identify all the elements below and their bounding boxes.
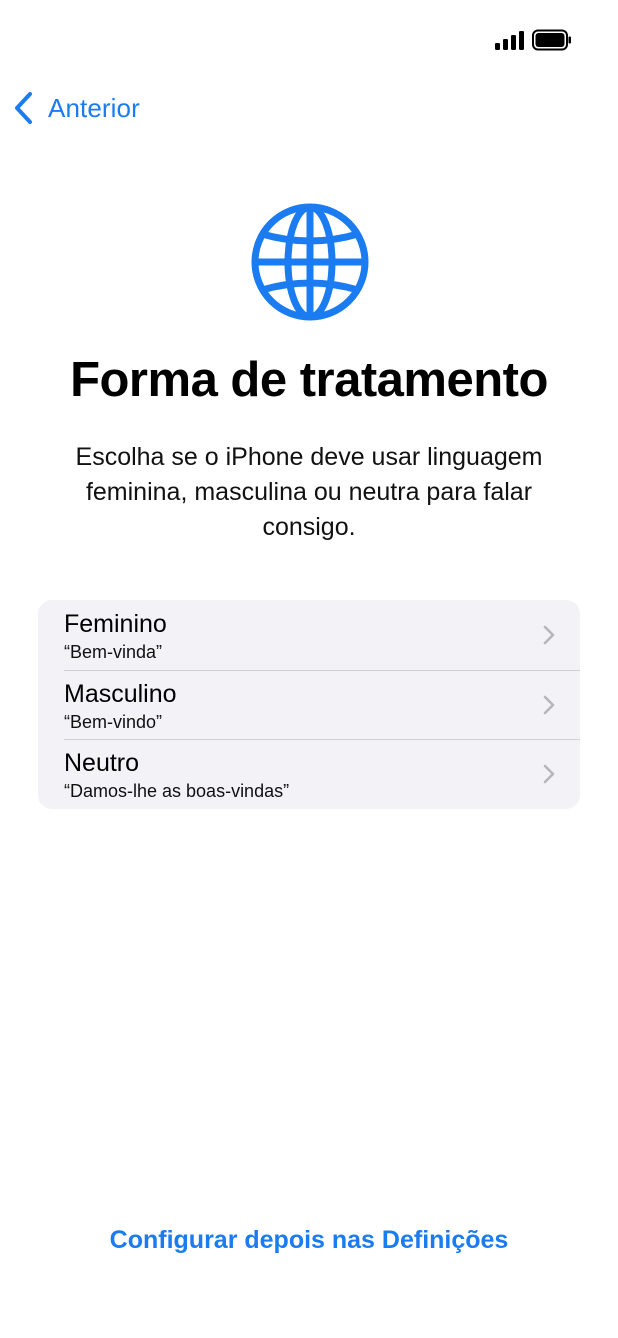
chevron-left-icon: [15, 92, 32, 124]
option-title: Neutro: [64, 749, 140, 778]
page-subtitle: Escolha se o iPhone deve usar linguagem …: [75, 443, 543, 541]
address-form-options: Feminino “Bem-vinda” Masculino “Bem-vind…: [38, 600, 580, 809]
status-bar: [0, 0, 618, 80]
chevron-right-icon: [543, 695, 555, 714]
page-title: Forma de tratamento: [70, 353, 548, 407]
globe-icon: [251, 203, 369, 321]
chevron-right-icon: [543, 625, 555, 645]
chevron-right-icon: [543, 765, 555, 784]
option-subtitle: “Bem-vinda”: [64, 642, 163, 662]
option-subtitle: “Damos-lhe as boas-vindas”: [64, 781, 290, 802]
option-feminine[interactable]: Feminino “Bem-vinda”: [38, 600, 580, 670]
option-neutral[interactable]: Neutro “Damos-lhe as boas-vindas”: [38, 739, 580, 809]
option-masculine[interactable]: Masculino “Bem-vindo”: [38, 669, 580, 740]
cellular-signal-icon: [495, 31, 524, 50]
option-title: Masculino: [64, 679, 177, 708]
back-button[interactable]: Anterior: [12, 86, 140, 130]
option-title: Feminino: [64, 610, 167, 638]
setup-later-link[interactable]: Configurar depois nas Definições: [0, 1226, 618, 1255]
battery-icon: [532, 29, 571, 51]
back-button-label: Anterior: [48, 92, 140, 123]
option-subtitle: “Bem-vindo”: [64, 711, 163, 732]
